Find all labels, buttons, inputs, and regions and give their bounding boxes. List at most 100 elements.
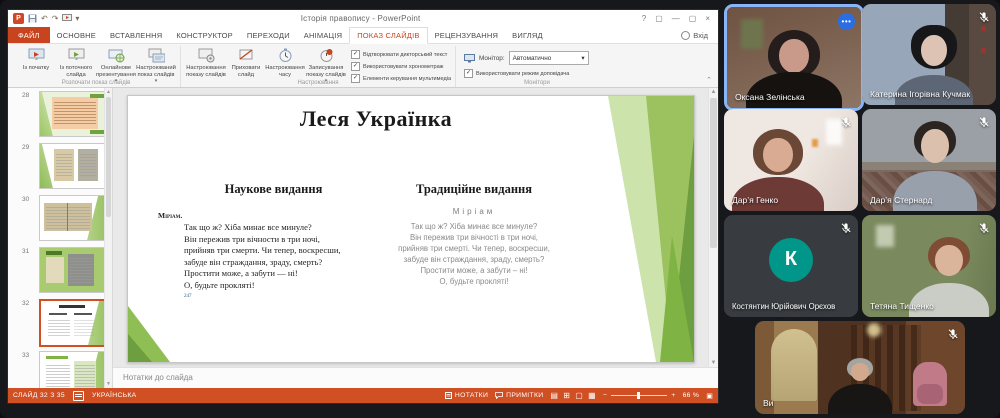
checkbox-use-timings[interactable]: ✓Використовувати хронометраж (351, 62, 449, 71)
participant-name: Катерина Ігорівна Кучмак (870, 89, 970, 99)
participant-tile-kateryna[interactable]: Катерина Ігорівна Кучмак (862, 4, 996, 105)
checkbox-play-narrations[interactable]: ✓Відтворювати дикторський текст (351, 50, 449, 59)
ribbon-tabs: ФАЙЛ ОСНОВНЕ ВСТАВЛЕННЯ КОНСТРУКТОР ПЕРЕ… (8, 27, 718, 43)
tile-menu-button[interactable]: ••• (838, 13, 855, 30)
collapse-ribbon-icon[interactable]: ⌃ (706, 76, 712, 84)
language-indicator[interactable]: УКРАЇНСЬКА (92, 392, 137, 399)
hide-slide-button[interactable]: Приховати слайд (227, 47, 265, 78)
title-bar: P ↶ ↷ ▾ Історія правопису - PowerPoint ?… (8, 10, 718, 27)
slide-thumbnail-panel: 28 29 30 (8, 88, 113, 388)
participant-name: Костянтин Юрійович Орєхов (732, 302, 835, 311)
column-heading: Наукове видання (156, 182, 391, 197)
custom-slideshow-icon (148, 47, 165, 64)
participant-name: Ви (763, 398, 773, 408)
setup-slideshow-button[interactable]: Настроювання показу слайдів (185, 47, 227, 78)
column-subheading: Міріам. (158, 211, 391, 220)
slide-thumbnail-29[interactable] (39, 143, 107, 189)
poem-text: Так що ж? Хіба минає все минуле? Він пер… (376, 221, 572, 287)
checkbox-icon: ✓ (351, 50, 360, 59)
current-slide[interactable]: Леся Українка Наукове видання Міріам. Та… (127, 95, 695, 363)
slide-thumbnail-33[interactable] (39, 351, 107, 388)
from-beginning-button[interactable]: Із початку (16, 47, 56, 72)
normal-view-button[interactable]: ▤ (550, 391, 558, 400)
restore-icon[interactable]: ▢ (689, 14, 697, 23)
group-label: Монітори (456, 80, 618, 86)
group-setup: Настроювання показу слайдів Приховати сл… (181, 46, 456, 87)
redo-icon[interactable]: ↷ (52, 15, 59, 23)
notes-panel[interactable]: Нотатки до слайда (113, 367, 718, 388)
zoom-out-button[interactable]: − (603, 392, 607, 399)
scroll-up-icon[interactable]: ▲ (105, 89, 112, 95)
notes-toggle[interactable]: НОТАТКИ (445, 392, 488, 399)
slide-sorter-button[interactable]: ⊞ (563, 391, 570, 400)
language-icon (73, 391, 84, 401)
record-slideshow-icon (319, 47, 334, 64)
zoom-in-button[interactable]: + (671, 392, 675, 399)
hide-slide-icon (238, 47, 254, 64)
powerpoint-window: P ↶ ↷ ▾ Історія правопису - PowerPoint ?… (8, 10, 718, 403)
slide-corner-decoration (128, 300, 174, 362)
slide-thumbnail-30[interactable] (39, 195, 107, 241)
mic-off-icon (840, 115, 852, 127)
tab-insert[interactable]: ВСТАВЛЕННЯ (103, 27, 169, 43)
comments-toggle[interactable]: ПРИМІТКИ (495, 392, 543, 399)
monitor-dropdown[interactable]: Автоматично▾ (509, 51, 589, 65)
zoom-slider-thumb[interactable] (637, 392, 640, 399)
column-heading: Традиційне видання (376, 182, 572, 197)
participant-tile-self[interactable]: Ви (755, 321, 965, 414)
scroll-down-icon[interactable]: ▼ (709, 360, 718, 366)
participant-tile-daria-sternard[interactable]: Дар’я Стернард (862, 109, 996, 211)
fit-slide-button[interactable]: ▣ (706, 392, 713, 400)
ribbon-options-icon[interactable]: ▢ (655, 14, 663, 23)
slide-column-scientific: Наукове видання Міріам. Так що ж? Хіба м… (156, 182, 391, 304)
reading-view-button[interactable]: ▢ (575, 391, 583, 400)
editor-scrollbar[interactable]: ▲ ▼ (708, 88, 718, 367)
tab-transitions[interactable]: ПЕРЕХОДИ (240, 27, 297, 43)
setup-slideshow-icon (198, 47, 215, 64)
scroll-up-icon[interactable]: ▲ (709, 89, 718, 95)
zoom-level[interactable]: 66 % (683, 392, 700, 399)
rehearse-timings-icon (278, 47, 293, 64)
undo-icon[interactable]: ↶ (41, 15, 48, 23)
sign-in[interactable]: Вхід (681, 27, 718, 43)
slide-thumbnail-31[interactable] (39, 247, 107, 293)
slide-facet-decoration (572, 96, 694, 362)
tab-slideshow[interactable]: ПОКАЗ СЛАЙДІВ (349, 27, 427, 44)
participant-name: Оксана Зелінська (735, 92, 805, 102)
notes-icon (445, 392, 452, 399)
tab-animations[interactable]: АНІМАЦІЯ (297, 27, 349, 43)
from-current-slide-button[interactable]: Із поточного слайда (56, 47, 96, 78)
tab-review[interactable]: РЕЦЕНЗУВАННЯ (428, 27, 506, 43)
slide-thumbnail-28[interactable] (39, 91, 107, 137)
thumb-number: 31 (22, 248, 29, 255)
checkbox-icon: ✓ (351, 62, 360, 71)
zoom-slider[interactable] (611, 395, 667, 396)
thumb-number: 29 (22, 144, 29, 151)
thumb-number: 33 (22, 352, 29, 359)
participant-name: Дар’я Генко (732, 195, 778, 205)
participant-tile-tetiana[interactable]: Тетяна Тищенко (862, 215, 996, 317)
slide-thumbnail-32-selected[interactable] (39, 299, 109, 347)
checkbox-presenter-view[interactable]: ✓Використовувати режим доповідача (464, 69, 612, 78)
thumb-number: 28 (22, 92, 29, 99)
tab-home[interactable]: ОСНОВНЕ (50, 27, 103, 43)
tab-view[interactable]: ВИГЛЯД (505, 27, 550, 43)
close-icon[interactable]: × (705, 14, 710, 23)
participant-tile-daria-henko[interactable]: Дар’я Генко (724, 109, 858, 211)
monitor-icon (464, 54, 475, 63)
checkbox-icon: ✓ (464, 69, 473, 78)
tab-file[interactable]: ФАЙЛ (8, 27, 50, 43)
start-slideshow-icon[interactable] (62, 14, 71, 23)
scroll-down-icon[interactable]: ▼ (105, 381, 112, 387)
thumbnail-scrollbar[interactable]: ▲ ▼ (104, 88, 112, 388)
help-icon[interactable]: ? (642, 14, 646, 23)
slideshow-view-button[interactable]: ▦ (588, 391, 596, 400)
save-icon[interactable] (28, 14, 37, 23)
rehearse-timings-button[interactable]: Настроювання часу (265, 47, 305, 78)
participant-tile-kostiantyn[interactable]: К Костянтин Юрійович Орєхов (724, 215, 858, 317)
minimize-icon[interactable]: — (672, 14, 680, 23)
participant-tile-oksana[interactable]: ••• Оксана Зелінська (724, 4, 864, 111)
mic-off-icon (978, 115, 990, 127)
thumb-number: 30 (22, 196, 29, 203)
tab-design[interactable]: КОНСТРУКТОР (169, 27, 240, 43)
